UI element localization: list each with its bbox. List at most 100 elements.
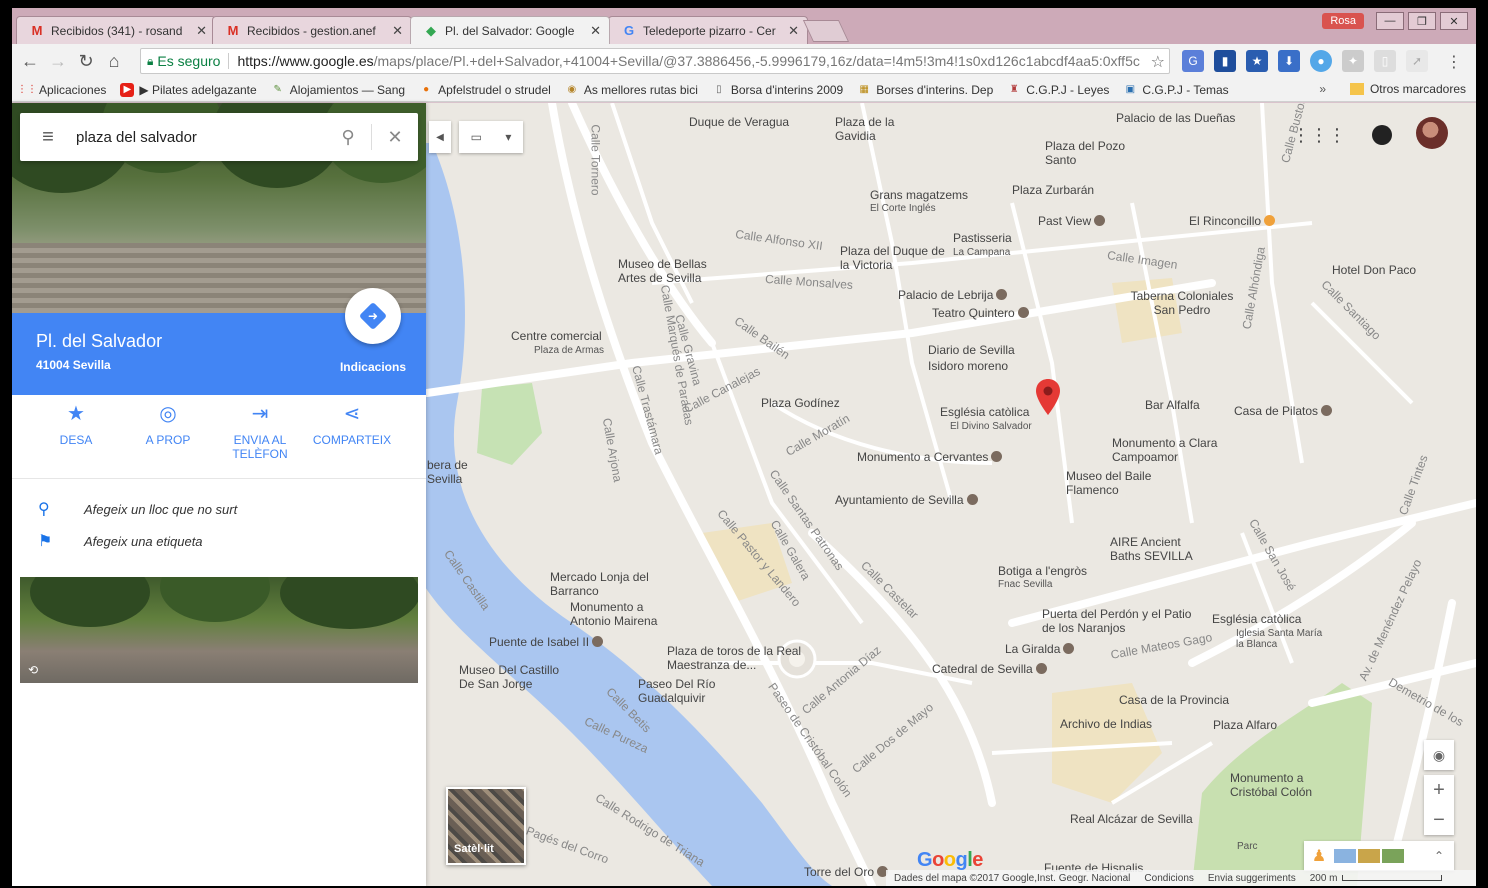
bookmark-item[interactable]: ▯ Borsa d'interins 2009	[712, 83, 843, 97]
add-missing-place-link[interactable]: ⚲ Afegeix un lloc que no surt	[12, 493, 426, 525]
close-icon[interactable]: ✕	[590, 23, 601, 39]
collapse-panel-button[interactable]: ◀	[429, 121, 451, 153]
pegman-icon[interactable]: ♟	[1304, 846, 1334, 866]
map-label[interactable]: Pastisseria	[953, 231, 1012, 245]
map-label[interactable]: Plaza de la Gavidia	[835, 115, 915, 143]
address-bar[interactable]: 🔒︎ Es seguro https://www.google.es/maps/…	[140, 48, 1170, 74]
map-label[interactable]: Past View	[1038, 214, 1106, 228]
map-label[interactable]: Botiga a l'engròs	[998, 564, 1087, 578]
map-label[interactable]: Diario de Sevilla	[928, 343, 1015, 357]
search-icon[interactable]: ⚲	[325, 127, 371, 148]
zoom-out-button[interactable]: −	[1424, 805, 1454, 835]
bookmark-item[interactable]: ◉ As mellores rutas bici	[565, 83, 697, 97]
home-icon[interactable]: ⌂	[100, 51, 128, 72]
map-label[interactable]: bera de Sevilla	[427, 458, 487, 486]
bookmark-item[interactable]: ▦ Borses d'interins. Dep	[857, 83, 994, 97]
map-label[interactable]: Grans magatzems	[870, 188, 968, 202]
map-label[interactable]: Museo del Baile Flamenco	[1066, 469, 1166, 497]
bookmarks-overflow-icon[interactable]: »	[1319, 82, 1326, 96]
map-label[interactable]: Paseo Del Río Guadalquivir	[638, 677, 738, 705]
map-label[interactable]: Real Alcázar de Sevilla	[1070, 812, 1193, 826]
send-to-phone-button[interactable]: ⇥ ENVIA AL TELÈFON	[214, 395, 306, 478]
extension-download-icon[interactable]: ⬇	[1278, 50, 1300, 72]
imagery-thumbnail[interactable]	[1382, 849, 1404, 863]
extension-star-icon[interactable]: ★	[1246, 50, 1268, 72]
map-label[interactable]: Monumento a Clara Campoamor	[1112, 436, 1222, 464]
minimize-button[interactable]: —	[1376, 12, 1404, 30]
map-label[interactable]: Casa de Pilatos	[1234, 404, 1333, 418]
other-bookmarks[interactable]: Otros marcadores	[1349, 82, 1466, 96]
bookmark-item[interactable]: ⋮⋮ Aplicaciones	[17, 83, 106, 97]
map-label[interactable]: Puerta del Perdón y el Patio de los Nara…	[1042, 607, 1192, 635]
map-label[interactable]: La Giralda	[1005, 642, 1075, 656]
tab-google[interactable]: G Teledeporte pizarro - Cer ✕	[608, 16, 808, 44]
tab-gmail-1[interactable]: M Recibidos (341) - rosand ✕	[16, 16, 216, 44]
map-label[interactable]: Teatro Quintero	[932, 306, 1029, 320]
map-label[interactable]: Monumento a Cristóbal Colón	[1230, 771, 1330, 799]
map-label[interactable]: Església catòlica	[940, 405, 1029, 419]
map-label[interactable]: Duque de Veragua	[689, 115, 789, 129]
map-label[interactable]: Plaza de Armas	[534, 345, 604, 356]
map-label[interactable]: AIRE Ancient Baths SEVILLA	[1110, 535, 1210, 563]
map-label[interactable]: Puente de Isabel II	[489, 635, 604, 649]
map-label[interactable]: Iglesia Santa María la Blanca	[1236, 628, 1326, 650]
street-view-preview[interactable]: ⟲	[20, 577, 418, 683]
directions-label[interactable]: Indicacions	[340, 360, 406, 374]
back-icon[interactable]: ←	[16, 51, 44, 72]
map-label[interactable]: Casa de la Provincia	[1119, 693, 1229, 707]
map-label[interactable]: Catedral de Sevilla	[932, 662, 1047, 676]
bookmark-item[interactable]: ▶ ▶ Pilates adelgazante	[120, 82, 257, 97]
map-label[interactable]: Archivo de Indias	[1060, 717, 1152, 731]
menu-icon[interactable]: ≡	[20, 126, 76, 149]
add-label-link[interactable]: ⚑ Afegeix una etiqueta	[12, 525, 426, 557]
nearby-button[interactable]: ◎ A PROP	[122, 395, 214, 478]
new-tab-button[interactable]	[802, 20, 850, 42]
feedback-link[interactable]: Envia suggeriments	[1208, 873, 1296, 884]
chrome-menu-icon[interactable]: ⋮	[1446, 52, 1462, 72]
bookmark-star-icon[interactable]: ☆	[1146, 52, 1165, 72]
map-label[interactable]: Taberna Coloniales San Pedro	[1122, 289, 1242, 317]
google-apps-icon[interactable]: ⋮⋮⋮	[1292, 125, 1346, 146]
map-label[interactable]: Bar Alfalfa	[1145, 398, 1200, 412]
search-input[interactable]	[76, 128, 325, 146]
map-label[interactable]: Plaza del Duque de la Victoria	[840, 244, 950, 272]
map-label[interactable]: Torre del Oro	[804, 865, 889, 879]
scale-indicator[interactable]: 200 m	[1310, 873, 1442, 884]
extension-chart-icon[interactable]: ▮	[1214, 50, 1236, 72]
notifications-icon[interactable]	[1372, 125, 1392, 145]
map-label[interactable]: Església catòlica	[1212, 612, 1301, 626]
map-label[interactable]: La Campana	[953, 247, 1010, 258]
map-label[interactable]: Centre comercial	[511, 329, 602, 343]
map-label[interactable]: Plaza Zurbarán	[1012, 183, 1094, 197]
map-label[interactable]: Museo Del Castillo De San Jorge	[459, 663, 574, 691]
close-icon[interactable]: ✕	[392, 23, 403, 39]
close-window-button[interactable]: ✕	[1440, 12, 1468, 30]
map-label[interactable]: Ayuntamiento de Sevilla	[835, 493, 978, 507]
map-label[interactable]: Monumento a Antonio Mairena	[570, 600, 680, 628]
input-tools-button[interactable]: ▭ ▾	[459, 121, 523, 153]
close-icon[interactable]: ✕	[788, 23, 799, 39]
map-label[interactable]: Museo de Bellas Artes de Sevilla	[618, 257, 728, 285]
expand-icon[interactable]: ⌃	[1424, 849, 1454, 863]
map-label[interactable]: Isidoro moreno	[928, 359, 1008, 373]
clear-search-icon[interactable]: ✕	[372, 127, 418, 148]
map-label[interactable]: El Corte Inglés	[870, 203, 936, 214]
reload-icon[interactable]: ↻	[72, 51, 100, 72]
map-label[interactable]: Parc	[1237, 841, 1258, 852]
bookmark-item[interactable]: ▣ C.G.P.J - Temas	[1123, 83, 1229, 97]
close-icon[interactable]: ✕	[196, 23, 207, 39]
extension-puzzle-icon[interactable]: ✦	[1342, 50, 1364, 72]
extension-misc-icon[interactable]: ➚	[1406, 50, 1428, 72]
map-label[interactable]: Palacio de Lebrija	[898, 288, 1008, 302]
map-label[interactable]: Plaza de toros de la Real Maestranza de.…	[667, 644, 802, 672]
save-button[interactable]: ★ DESA	[30, 395, 122, 478]
bookmark-item[interactable]: ♜ C.G.P.J - Leyes	[1007, 83, 1110, 97]
map-label[interactable]: Fnac Sevilla	[998, 579, 1052, 590]
directions-button[interactable]: ➜	[345, 288, 401, 344]
my-location-icon[interactable]: ◉	[1424, 740, 1454, 770]
map-label[interactable]: Hotel Don Paco	[1332, 263, 1416, 277]
imagery-thumbnail[interactable]	[1358, 849, 1380, 863]
bookmark-item[interactable]: ● Apfelstrudel o strudel	[419, 83, 551, 97]
map-label[interactable]: Monumento a Cervantes	[857, 450, 1003, 464]
map-label[interactable]: El Rinconcillo	[1189, 214, 1276, 228]
